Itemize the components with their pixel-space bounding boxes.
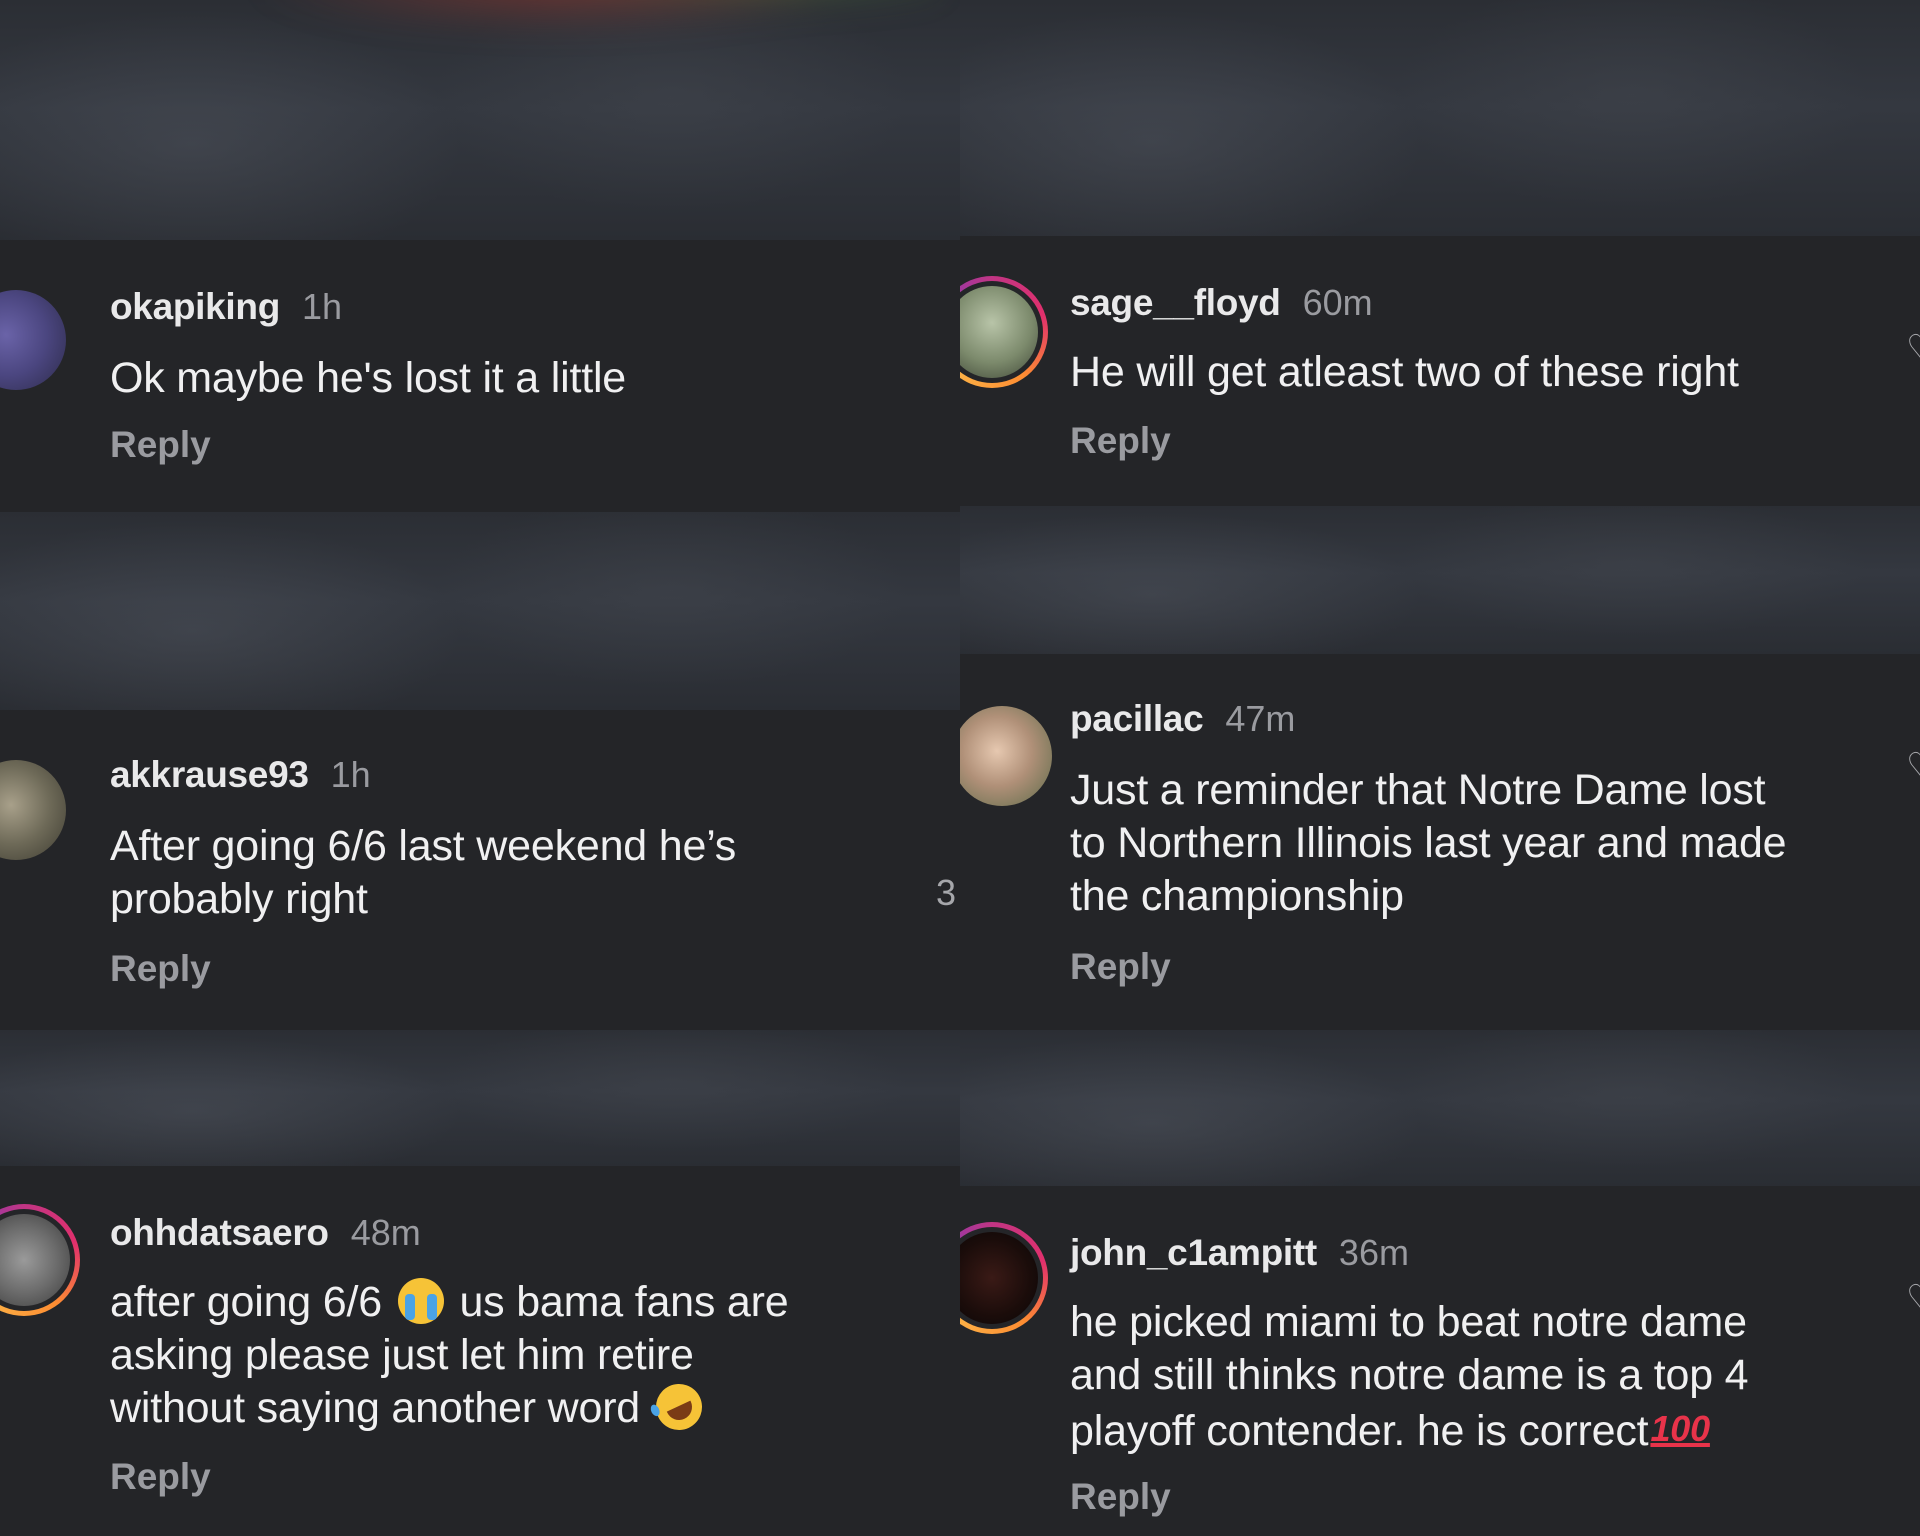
blurred-background bbox=[0, 1030, 960, 1166]
comment-username[interactable]: okapiking bbox=[110, 286, 280, 328]
blurred-background bbox=[960, 506, 1920, 654]
rolling-on-floor-laughing-emoji-icon bbox=[648, 1376, 710, 1438]
avatar-story-ring[interactable] bbox=[960, 276, 1048, 388]
avatar[interactable] bbox=[960, 706, 1052, 806]
loudly-crying-face-emoji-icon bbox=[397, 1278, 444, 1324]
reply-button[interactable]: Reply bbox=[1070, 946, 1171, 988]
comment-text-line: After going 6/6 last weekend he’s bbox=[110, 822, 737, 870]
heart-icon[interactable]: ♡ bbox=[1906, 330, 1920, 366]
reply-button[interactable]: Reply bbox=[1070, 1476, 1171, 1518]
comment-ohhdatsaero: ohhdatsaero 48m after going 6/6 us bama … bbox=[0, 1166, 960, 1536]
blurred-background bbox=[960, 1030, 1920, 1186]
blurred-background bbox=[960, 0, 1920, 236]
comment-username[interactable]: ohhdatsaero bbox=[110, 1212, 329, 1254]
comment-text-line: Just a reminder that Notre Dame lost bbox=[1070, 766, 1766, 814]
comment-text: he picked miami to beat notre dame and s… bbox=[1070, 1296, 1749, 1458]
comment-text-line: he picked miami to beat notre dame bbox=[1070, 1298, 1747, 1346]
reply-button[interactable]: Reply bbox=[110, 948, 211, 990]
comment-sage-floyd: sage__floyd 60m He will get atleast two … bbox=[960, 236, 1920, 506]
right-screenshot: sage__floyd 60m He will get atleast two … bbox=[960, 0, 1920, 1536]
comment-username[interactable]: john_c1ampitt bbox=[1070, 1232, 1317, 1274]
comment-timestamp: 48m bbox=[350, 1212, 421, 1253]
avatar-story-ring[interactable] bbox=[0, 1204, 80, 1316]
avatar-story-ring[interactable] bbox=[960, 1222, 1048, 1334]
comment-username[interactable]: akkrause93 bbox=[110, 754, 309, 796]
comment-timestamp: 47m bbox=[1225, 698, 1296, 739]
comment-text: Just a reminder that Notre Dame lost to … bbox=[1070, 764, 1787, 923]
comment-text-line: asking please just let him retire bbox=[110, 1331, 694, 1379]
reply-button[interactable]: Reply bbox=[1070, 420, 1171, 462]
comment-text-segment: playoff contender. he is correct bbox=[1070, 1407, 1649, 1455]
avatar[interactable] bbox=[0, 290, 66, 390]
reply-button[interactable]: Reply bbox=[110, 1456, 211, 1498]
heart-icon[interactable]: ♡ bbox=[1906, 1280, 1920, 1316]
avatar[interactable] bbox=[0, 760, 66, 860]
comment-text-segment: us bama fans are bbox=[459, 1278, 789, 1326]
comment-okapiking: okapiking 1h Ok maybe he's lost it a lit… bbox=[0, 240, 960, 512]
like-count: 3 bbox=[936, 872, 957, 913]
comment-text: He will get atleast two of these right bbox=[1070, 348, 1739, 396]
comment-username[interactable]: sage__floyd bbox=[1070, 282, 1281, 324]
comment-text-segment: after going 6/6 bbox=[110, 1278, 382, 1326]
hundred-points-emoji-icon: 100 bbox=[1650, 1408, 1710, 1449]
comment-pacillac: pacillac 47m Just a reminder that Notre … bbox=[960, 654, 1920, 1030]
comment-timestamp: 36m bbox=[1338, 1232, 1409, 1273]
comment-timestamp: 1h bbox=[302, 286, 343, 327]
comment-text-line: probably right bbox=[110, 875, 368, 923]
heart-icon[interactable]: ♡ bbox=[1906, 748, 1920, 784]
comment-akkrause93: akkrause93 1h After going 6/6 last weeke… bbox=[0, 710, 960, 1030]
comment-text-line: to Northern Illinois last year and made bbox=[1070, 819, 1787, 867]
reply-button[interactable]: Reply bbox=[110, 424, 211, 466]
comment-text: after going 6/6 us bama fans are asking … bbox=[110, 1276, 789, 1438]
comment-username[interactable]: pacillac bbox=[1070, 698, 1204, 740]
blurred-background bbox=[0, 512, 960, 710]
comment-text-line: and still thinks notre dame is a top 4 bbox=[1070, 1351, 1749, 1399]
comment-text-segment: without saying another word bbox=[110, 1384, 641, 1432]
comment-text-line: the championship bbox=[1070, 872, 1404, 920]
comment-john-c1ampitt: john_c1ampitt 36m he picked miami to bea… bbox=[960, 1186, 1920, 1536]
left-screenshot: okapiking 1h Ok maybe he's lost it a lit… bbox=[0, 0, 960, 1536]
comment-timestamp: 60m bbox=[1302, 282, 1373, 323]
blurred-background bbox=[0, 0, 960, 240]
comment-text: After going 6/6 last weekend he’s probab… bbox=[110, 820, 736, 926]
comment-timestamp: 1h bbox=[330, 754, 371, 795]
comment-text: Ok maybe he's lost it a little bbox=[110, 354, 627, 402]
